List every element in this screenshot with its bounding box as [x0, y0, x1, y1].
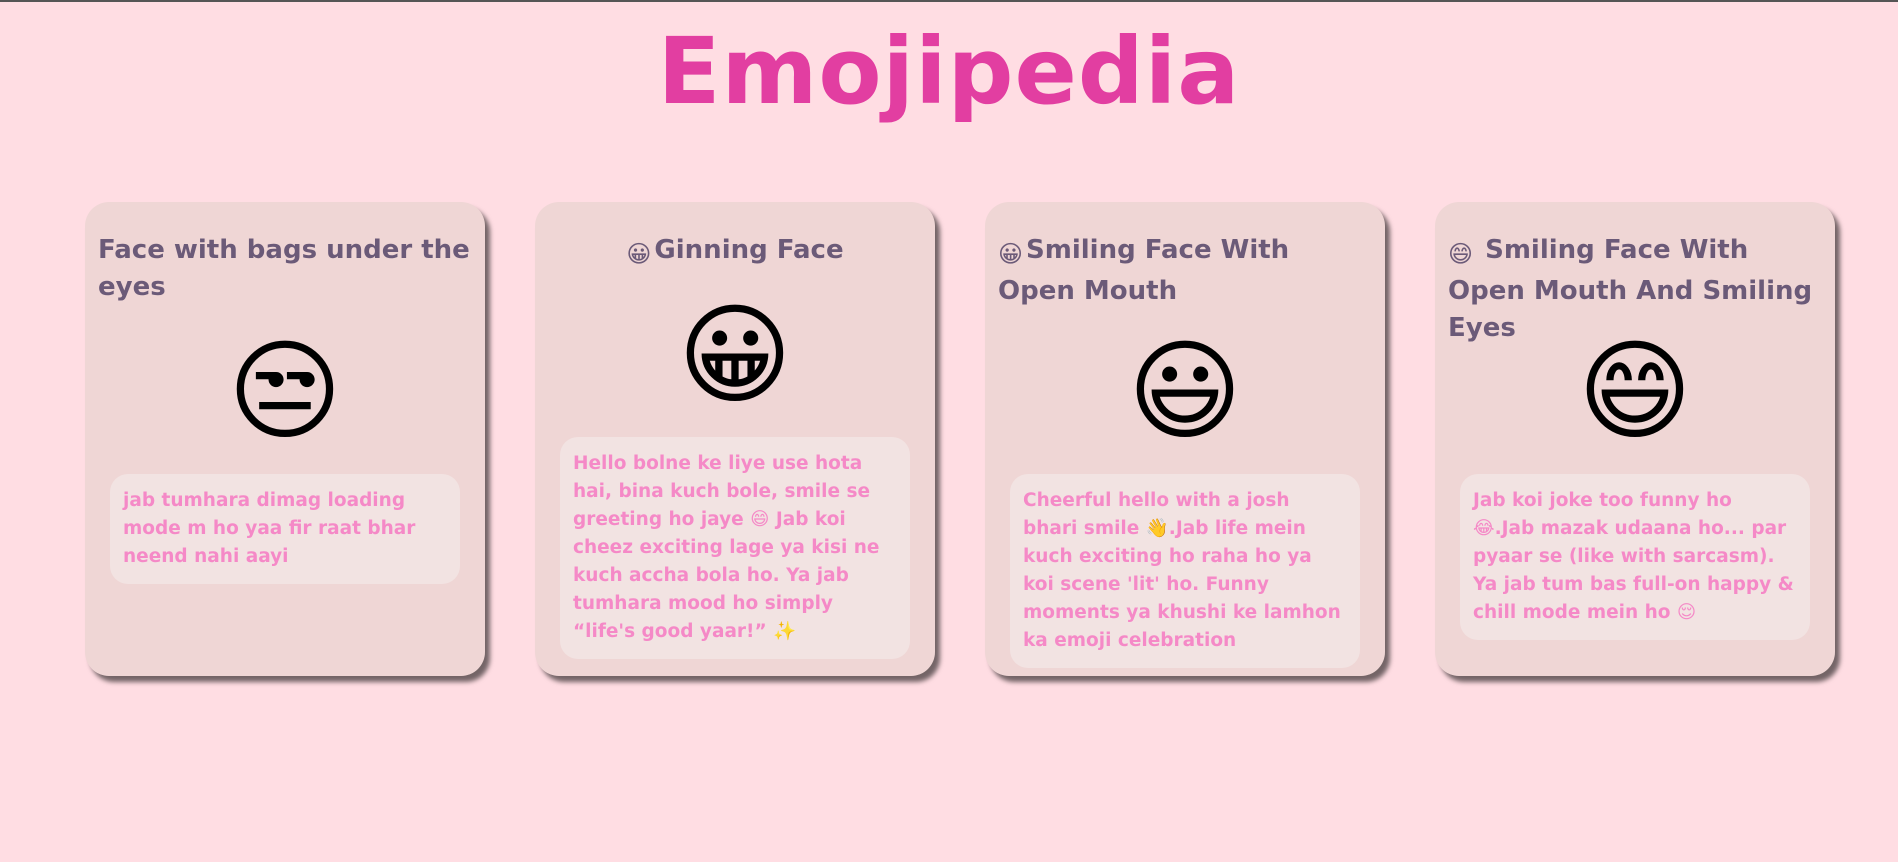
card-title: Face with bags under the eyes [98, 232, 472, 306]
card-description: jab tumhara dimag loading mode m ho yaa … [110, 474, 460, 584]
card-title-text: Face with bags under the eyes [98, 235, 470, 302]
card-title-text: Ginning Face [654, 235, 844, 265]
emoji-card: 😀 Smiling Face With Open Mouth 😃 Cheerful… [985, 202, 1385, 676]
page-title: Emojipedia [657, 18, 1241, 125]
smiling-eyes-title-icon: 😄 [1448, 240, 1474, 268]
smiling-face-open-mouth-smiling-eyes-icon: 😄 [1577, 327, 1693, 455]
card-title-text: Smiling Face With Open Mouth [998, 235, 1290, 306]
grinning-face-title-icon: 😀 [626, 240, 652, 268]
top-border [0, 0, 1898, 2]
emoji-card: Face with bags under the eyes 😒 jab tumh… [85, 202, 485, 676]
grinning-face-icon: 😀 [677, 291, 793, 419]
face-with-bags-under-eyes-icon: 😒 [227, 327, 343, 455]
card-description: Jab koi joke too funny ho 😂.Jab mazak ud… [1460, 474, 1810, 640]
grinning-face-title-icon: 😀 [998, 240, 1024, 268]
card-description: Cheerful hello with a josh bhari smile 👋… [1010, 474, 1360, 668]
emoji-card: 😄 Smiling Face With Open Mouth And Smili… [1435, 202, 1835, 676]
smiling-face-open-mouth-icon: 😃 [1127, 327, 1243, 455]
card-title: 😀 Ginning Face [548, 232, 922, 273]
card-description: Hello bolne ke liye use hota hai, bina k… [560, 437, 910, 659]
card-title: 😀 Smiling Face With Open Mouth [998, 232, 1372, 310]
emoji-card: 😀 Ginning Face 😀 Hello bolne ke liye use … [535, 202, 935, 676]
